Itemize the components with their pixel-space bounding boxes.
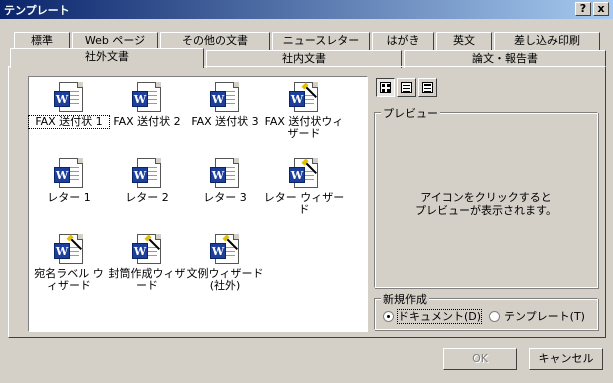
template-item-label: FAX 送付状 3 [191, 115, 259, 128]
template-item[interactable]: W 封筒作成ウィザード [107, 233, 187, 292]
tab-english[interactable]: 英文 [436, 32, 492, 50]
large-icons-view-icon [380, 82, 391, 93]
template-item-label: FAX 送付状ウィザード [264, 115, 344, 140]
template-item-label: 文例ウィザード (社外) [186, 267, 264, 292]
ok-button[interactable]: OK [443, 348, 517, 370]
word-wizard-icon: W [287, 157, 321, 191]
template-radio[interactable]: テンプレート(T) [489, 308, 585, 324]
preview-text-line-1: アイコンをクリックすると [420, 191, 552, 204]
template-item[interactable]: W 文例ウィザード (社外) [185, 233, 265, 292]
create-new-group: 新規作成 ドキュメント(D) テンプレート(T) [374, 291, 598, 330]
template-list[interactable]: W FAX 送付状 1 W FAX 送付状 2 W FAX 送付状 3 W FA… [28, 76, 368, 332]
template-item[interactable]: W FAX 送付状 1 [28, 81, 110, 129]
details-view-button[interactable] [418, 78, 437, 97]
word-document-icon: W [130, 81, 164, 115]
template-item[interactable]: W レター ウィザード [263, 157, 345, 216]
preview-text-line-2: プレビューが表示されます。 [415, 204, 557, 217]
template-item[interactable]: W レター 3 [185, 157, 265, 204]
word-document-icon: W [208, 81, 242, 115]
template-item-label: レター ウィザード [263, 191, 345, 216]
template-radio-label: テンプレート(T) [504, 310, 585, 323]
word-document-icon: W [208, 157, 242, 191]
tab-external-documents[interactable]: 社外文書 [10, 48, 204, 68]
word-wizard-icon: W [287, 81, 321, 115]
large-icons-view-button[interactable] [376, 78, 395, 97]
template-item[interactable]: W FAX 送付状ウィザード [263, 81, 345, 140]
details-view-icon [422, 82, 433, 93]
list-view-button[interactable] [397, 78, 416, 97]
close-button[interactable]: x [593, 2, 609, 16]
title-bar: テンプレート ? x [0, 0, 613, 19]
radio-unselected-icon [489, 311, 500, 322]
word-wizard-icon: W [130, 233, 164, 267]
list-view-icon [401, 82, 412, 93]
word-document-icon: W [52, 81, 86, 115]
word-document-icon: W [52, 157, 86, 191]
template-item-label: レター 3 [203, 191, 247, 204]
template-item-label: FAX 送付状 1 [28, 115, 110, 129]
radio-selected-icon [383, 311, 394, 322]
window-title: テンプレート [4, 4, 70, 17]
template-item-label: 封筒作成ウィザード [108, 267, 186, 292]
cancel-button[interactable]: キャンセル [529, 348, 603, 370]
help-button[interactable]: ? [575, 2, 591, 16]
template-item[interactable]: W FAX 送付状 2 [107, 81, 187, 128]
tab-newsletter[interactable]: ニュースレター [272, 32, 370, 50]
template-item-label: 宛名ラベル ウィザード [34, 267, 104, 292]
word-wizard-icon: W [208, 233, 242, 267]
tab-mail-merge[interactable]: 差し込み印刷 [494, 32, 600, 50]
template-item[interactable]: W FAX 送付状 3 [185, 81, 265, 128]
document-radio-label: ドキュメント(D) [396, 309, 483, 324]
template-item[interactable]: W 宛名ラベル ウィザード [29, 233, 109, 292]
preview-legend: プレビュー [381, 105, 440, 121]
word-document-icon: W [130, 157, 164, 191]
preview-text: アイコンをクリックすると プレビューが表示されます。 [375, 191, 597, 217]
template-item-label: レター 2 [125, 191, 169, 204]
create-new-legend: 新規作成 [381, 291, 429, 307]
template-item-label: レター 1 [47, 191, 91, 204]
template-item[interactable]: W レター 1 [29, 157, 109, 204]
tab-postcard[interactable]: はがき [372, 32, 434, 50]
template-item[interactable]: W レター 2 [107, 157, 187, 204]
template-item-label: FAX 送付状 2 [113, 115, 181, 128]
word-wizard-icon: W [52, 233, 86, 267]
document-radio[interactable]: ドキュメント(D) [383, 308, 483, 324]
preview-group: プレビュー アイコンをクリックすると プレビューが表示されます。 [374, 105, 598, 288]
